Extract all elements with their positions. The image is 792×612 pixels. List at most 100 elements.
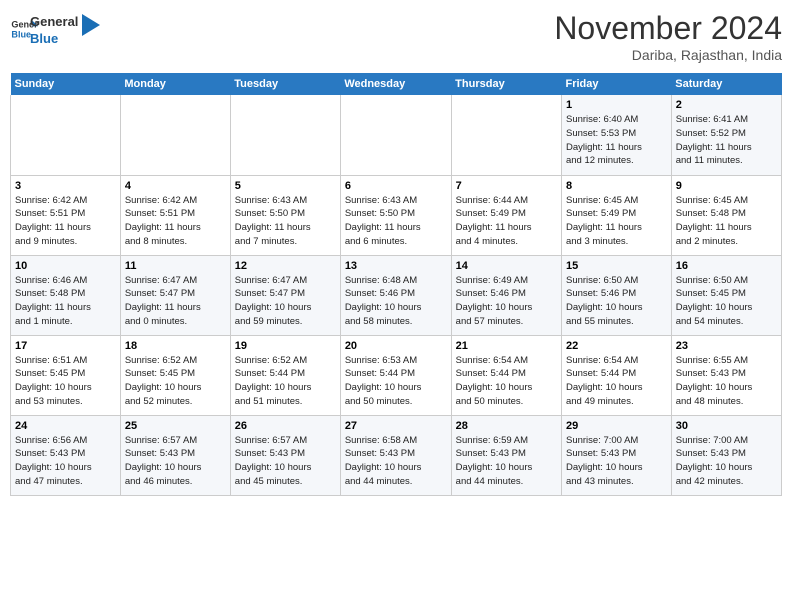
calendar-cell: 6 Sunrise: 6:43 AM Sunset: 5:50 PM Daylig… — [340, 175, 451, 255]
day-number: 28 — [456, 420, 557, 432]
calendar-cell: 3Sunrise: 6:42 AM Sunset: 5:51 PM Daylig… — [11, 175, 121, 255]
location: Dariba, Rajasthan, India — [554, 47, 782, 63]
calendar-cell: 30Sunrise: 7:00 AM Sunset: 5:43 PM Dayli… — [671, 415, 781, 495]
day-number: 16 — [676, 260, 777, 272]
day-info: Sunrise: 6:52 AM Sunset: 5:44 PM Dayligh… — [235, 354, 336, 409]
calendar-cell: 26Sunrise: 6:57 AM Sunset: 5:43 PM Dayli… — [230, 415, 340, 495]
day-number: 21 — [456, 340, 557, 352]
day-number: 11 — [125, 260, 226, 272]
day-number: 29 — [566, 420, 667, 432]
day-number: 8 — [566, 180, 667, 192]
calendar-cell: 21 Sunrise: 6:54 AM Sunset: 5:44 PM Dayli… — [451, 335, 561, 415]
calendar-body: 1 Sunrise: 6:40 AM Sunset: 5:53 PM Daylig… — [11, 95, 782, 495]
day-number: 5 — [235, 180, 336, 192]
calendar-cell: 8 Sunrise: 6:45 AM Sunset: 5:49 PM Daylig… — [561, 175, 671, 255]
day-number: 23 — [676, 340, 777, 352]
day-number: 13 — [345, 260, 447, 272]
calendar-cell: 22 Sunrise: 6:54 AM Sunset: 5:44 PM Dayli… — [561, 335, 671, 415]
weekday-header-saturday: Saturday — [671, 73, 781, 95]
day-number: 24 — [15, 420, 116, 432]
weekday-header-thursday: Thursday — [451, 73, 561, 95]
calendar-week-2: 3 Sunrise: 6:42 AM Sunset: 5:51 PM Daylig… — [11, 175, 782, 255]
day-info: Sunrise: 6:45 AM Sunset: 5:48 PM Dayligh… — [676, 194, 777, 249]
calendar-cell: 5 Sunrise: 6:43 AM Sunset: 5:50 PM Daylig… — [230, 175, 340, 255]
calendar-week-1: 1 Sunrise: 6:40 AM Sunset: 5:53 PM Daylig… — [11, 95, 782, 175]
day-info: Sunrise: 6:42 AM Sunset: 5:51 PM Dayligh… — [125, 194, 226, 249]
day-info: Sunrise: 6:46 AM Sunset: 5:48 PM Dayligh… — [15, 274, 116, 329]
day-number: 1 — [566, 99, 667, 111]
day-number: 30 — [676, 420, 777, 432]
calendar-cell — [230, 95, 340, 175]
calendar-table: SundayMondayTuesdayWednesdayThursdayFrid… — [10, 73, 782, 496]
day-number: 4 — [125, 180, 226, 192]
calendar-cell: 4 Sunrise: 6:42 AM Sunset: 5:51 PM Daylig… — [120, 175, 230, 255]
weekday-header-sunday: Sunday — [11, 73, 121, 95]
calendar-cell: 15Sunrise: 6:50 AM Sunset: 5:46 PM Dayli… — [561, 255, 671, 335]
day-info: Sunrise: 6:45 AM Sunset: 5:49 PM Dayligh… — [566, 194, 667, 249]
calendar-cell: 18Sunrise: 6:52 AM Sunset: 5:45 PM Dayli… — [120, 335, 230, 415]
month-title: November 2024 — [554, 10, 782, 47]
day-info: Sunrise: 6:48 AM Sunset: 5:46 PM Dayligh… — [345, 274, 447, 329]
day-info: Sunrise: 6:55 AM Sunset: 5:43 PM Dayligh… — [676, 354, 777, 409]
day-number: 14 — [456, 260, 557, 272]
day-info: Sunrise: 6:57 AM Sunset: 5:43 PM Dayligh… — [125, 434, 226, 489]
day-info: Sunrise: 6:54 AM Sunset: 5:44 PM Dayligh… — [566, 354, 667, 409]
day-number: 25 — [125, 420, 226, 432]
calendar-cell: 2Sunrise: 6:41 AM Sunset: 5:52 PM Daylig… — [671, 95, 781, 175]
day-info: Sunrise: 6:44 AM Sunset: 5:49 PM Dayligh… — [456, 194, 557, 249]
day-info: Sunrise: 6:40 AM Sunset: 5:53 PM Dayligh… — [566, 113, 667, 168]
logo-triangle-icon — [82, 14, 100, 36]
svg-text:Blue: Blue — [11, 29, 31, 39]
logo: General Blue General Blue — [10, 10, 100, 48]
day-info: Sunrise: 6:50 AM Sunset: 5:45 PM Dayligh… — [676, 274, 777, 329]
calendar-week-4: 17 Sunrise: 6:51 AM Sunset: 5:45 PM Dayli… — [11, 335, 782, 415]
header-row: SundayMondayTuesdayWednesdayThursdayFrid… — [11, 73, 782, 95]
calendar-cell: 27Sunrise: 6:58 AM Sunset: 5:43 PM Dayli… — [340, 415, 451, 495]
weekday-header-tuesday: Tuesday — [230, 73, 340, 95]
day-number: 3 — [15, 180, 116, 192]
calendar-cell — [11, 95, 121, 175]
title-section: November 2024 Dariba, Rajasthan, India — [554, 10, 782, 63]
calendar-header: SundayMondayTuesdayWednesdayThursdayFrid… — [11, 73, 782, 95]
calendar-cell — [451, 95, 561, 175]
day-number: 22 — [566, 340, 667, 352]
day-info: Sunrise: 6:57 AM Sunset: 5:43 PM Dayligh… — [235, 434, 336, 489]
day-info: Sunrise: 6:56 AM Sunset: 5:43 PM Dayligh… — [15, 434, 116, 489]
day-info: Sunrise: 6:58 AM Sunset: 5:43 PM Dayligh… — [345, 434, 447, 489]
day-number: 6 — [345, 180, 447, 192]
day-number: 20 — [345, 340, 447, 352]
day-info: Sunrise: 6:54 AM Sunset: 5:44 PM Dayligh… — [456, 354, 557, 409]
calendar-cell: 29 Sunrise: 7:00 AM Sunset: 5:43 PM Dayli… — [561, 415, 671, 495]
calendar-cell: 20Sunrise: 6:53 AM Sunset: 5:44 PM Dayli… — [340, 335, 451, 415]
page-header: General Blue General Blue November 2024 … — [10, 10, 782, 63]
calendar-cell: 10Sunrise: 6:46 AM Sunset: 5:48 PM Dayli… — [11, 255, 121, 335]
calendar-cell: 23 Sunrise: 6:55 AM Sunset: 5:43 PM Dayli… — [671, 335, 781, 415]
day-info: Sunrise: 6:41 AM Sunset: 5:52 PM Dayligh… — [676, 113, 777, 168]
calendar-cell: 28 Sunrise: 6:59 AM Sunset: 5:43 PM Dayli… — [451, 415, 561, 495]
calendar-week-5: 24 Sunrise: 6:56 AM Sunset: 5:43 PM Dayli… — [11, 415, 782, 495]
calendar-cell — [340, 95, 451, 175]
day-info: Sunrise: 6:43 AM Sunset: 5:50 PM Dayligh… — [345, 194, 447, 249]
calendar-cell: 19Sunrise: 6:52 AM Sunset: 5:44 PM Dayli… — [230, 335, 340, 415]
day-number: 17 — [15, 340, 116, 352]
day-info: Sunrise: 6:47 AM Sunset: 5:47 PM Dayligh… — [235, 274, 336, 329]
day-number: 9 — [676, 180, 777, 192]
day-info: Sunrise: 7:00 AM Sunset: 5:43 PM Dayligh… — [566, 434, 667, 489]
day-number: 15 — [566, 260, 667, 272]
logo-blue: Blue — [30, 31, 78, 48]
day-number: 7 — [456, 180, 557, 192]
day-info: Sunrise: 6:51 AM Sunset: 5:45 PM Dayligh… — [15, 354, 116, 409]
weekday-header-monday: Monday — [120, 73, 230, 95]
day-number: 12 — [235, 260, 336, 272]
day-info: Sunrise: 6:49 AM Sunset: 5:46 PM Dayligh… — [456, 274, 557, 329]
day-info: Sunrise: 6:43 AM Sunset: 5:50 PM Dayligh… — [235, 194, 336, 249]
calendar-cell: 25 Sunrise: 6:57 AM Sunset: 5:43 PM Dayli… — [120, 415, 230, 495]
calendar-week-3: 10Sunrise: 6:46 AM Sunset: 5:48 PM Dayli… — [11, 255, 782, 335]
day-info: Sunrise: 6:59 AM Sunset: 5:43 PM Dayligh… — [456, 434, 557, 489]
calendar-cell: 16 Sunrise: 6:50 AM Sunset: 5:45 PM Dayli… — [671, 255, 781, 335]
weekday-header-wednesday: Wednesday — [340, 73, 451, 95]
day-info: Sunrise: 6:52 AM Sunset: 5:45 PM Dayligh… — [125, 354, 226, 409]
calendar-cell: 1 Sunrise: 6:40 AM Sunset: 5:53 PM Daylig… — [561, 95, 671, 175]
calendar-cell: 17 Sunrise: 6:51 AM Sunset: 5:45 PM Dayli… — [11, 335, 121, 415]
calendar-cell: 7 Sunrise: 6:44 AM Sunset: 5:49 PM Daylig… — [451, 175, 561, 255]
